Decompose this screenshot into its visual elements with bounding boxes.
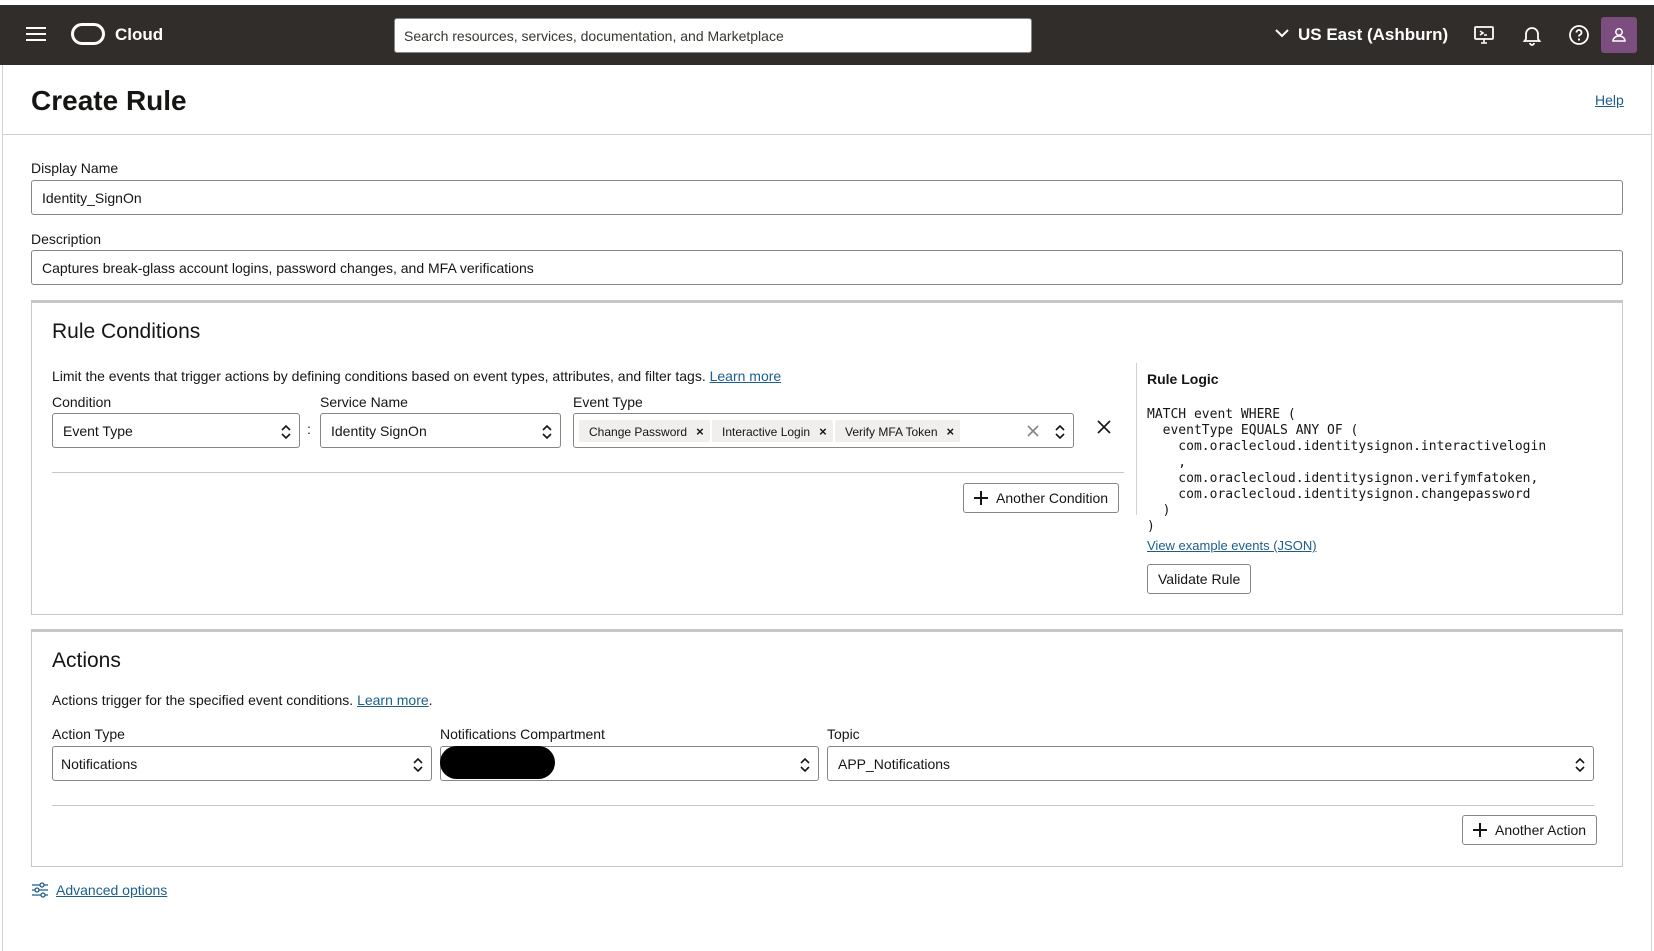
advanced-options-link[interactable]: Advanced options: [56, 882, 167, 898]
topic-select[interactable]: APP_Notifications: [827, 746, 1594, 781]
select-stepper-icon: [1575, 757, 1585, 773]
another-condition-button[interactable]: Another Condition: [963, 483, 1120, 513]
condition-label: Condition: [52, 394, 112, 410]
event-chip-change-password: Change Password ×: [579, 420, 710, 442]
actions-learn-more-link[interactable]: Learn more: [357, 692, 429, 708]
rule-logic-divider: [1136, 363, 1137, 515]
avatar[interactable]: [1601, 17, 1637, 53]
select-stepper-icon: [413, 757, 423, 773]
service-name-label: Service Name: [320, 394, 408, 410]
actions-title: Actions: [52, 649, 121, 672]
validate-rule-button[interactable]: Validate Rule: [1147, 564, 1252, 594]
notifications-compartment-label: Notifications Compartment: [440, 726, 605, 742]
select-stepper-icon: [281, 424, 291, 440]
top-navigation-bar: Cloud Search resources, services, docume…: [0, 5, 1654, 65]
remove-chip-icon[interactable]: ×: [819, 424, 827, 439]
description-field[interactable]: Captures break-glass account logins, pas…: [31, 250, 1623, 285]
cloud-shell-icon[interactable]: [1472, 23, 1496, 47]
display-name-field[interactable]: Identity_SignOn: [31, 180, 1623, 215]
action-type-label: Action Type: [52, 726, 125, 742]
plus-icon: [974, 491, 988, 505]
page-title: Create Rule: [31, 85, 187, 116]
rule-conditions-title: Rule Conditions: [52, 320, 201, 343]
event-chip-label: Interactive Login: [722, 425, 811, 439]
another-condition-label: Another Condition: [996, 490, 1109, 506]
event-chip-label: Verify MFA Token: [845, 425, 938, 439]
user-icon: [1612, 28, 1626, 42]
select-stepper-icon: [800, 757, 810, 773]
rule-conditions-intro: Limit the events that trigger actions by…: [52, 368, 781, 384]
actions-intro-end: .: [428, 692, 433, 708]
event-type-label: Event Type: [573, 394, 643, 410]
event-chip-interactive-login: Interactive Login ×: [712, 420, 833, 442]
topic-value: APP_Notifications: [838, 756, 951, 772]
actions-intro: Actions trigger for the specified event …: [52, 692, 433, 708]
event-chip-verify-mfa-token: Verify MFA Token ×: [835, 420, 961, 442]
search-input[interactable]: Search resources, services, documentatio…: [394, 18, 1032, 53]
plus-icon: [1473, 823, 1487, 837]
condition-separator: :: [307, 421, 311, 437]
actions-intro-text: Actions trigger for the specified event …: [52, 692, 354, 708]
service-name-select[interactable]: Identity SignOn: [320, 413, 561, 448]
title-divider: [3, 134, 1651, 135]
rule-conditions-learn-more-link[interactable]: Learn more: [710, 368, 782, 384]
another-action-label: Another Action: [1495, 822, 1587, 838]
region-selector[interactable]: US East (Ashburn): [1298, 25, 1448, 45]
menu-icon[interactable]: [24, 23, 48, 47]
topic-label: Topic: [827, 726, 860, 742]
chevron-down-icon[interactable]: [1274, 25, 1290, 41]
event-chip-label: Change Password: [589, 425, 688, 439]
event-type-multiselect[interactable]: Change Password × Interactive Login × Veri…: [573, 413, 1074, 448]
redacted-compartment: [440, 746, 555, 779]
rule-logic-title: Rule Logic: [1147, 371, 1219, 387]
oracle-logo[interactable]: [71, 23, 105, 45]
description-label: Description: [31, 231, 102, 247]
condition-select[interactable]: Event Type: [52, 413, 300, 448]
action-type-value: Notifications: [61, 756, 138, 772]
action-type-select[interactable]: Notifications: [52, 746, 432, 781]
help-link[interactable]: Help: [1595, 92, 1624, 108]
service-name-value: Identity SignOn: [331, 423, 427, 439]
bell-icon[interactable]: [1520, 23, 1544, 47]
select-stepper-icon[interactable]: [1054, 423, 1066, 441]
rule-conditions-intro-text: Limit the events that trigger actions by…: [52, 368, 706, 384]
remove-chip-icon[interactable]: ×: [947, 424, 955, 439]
remove-condition-icon[interactable]: [1097, 420, 1111, 434]
display-name-label: Display Name: [31, 160, 119, 176]
sliders-icon[interactable]: [31, 881, 49, 899]
clear-selection-icon[interactable]: [1027, 425, 1039, 437]
select-stepper-icon: [542, 424, 552, 440]
condition-value: Event Type: [63, 423, 133, 439]
conditions-divider: [52, 472, 1124, 473]
rule-logic-code: MATCH event WHERE ( eventType EQUALS ANY…: [1147, 407, 1547, 534]
view-example-events-link[interactable]: View example events (JSON): [1147, 538, 1317, 553]
brand-name[interactable]: Cloud: [115, 25, 163, 45]
another-action-button[interactable]: Another Action: [1462, 815, 1598, 845]
remove-chip-icon[interactable]: ×: [696, 424, 704, 439]
help-icon[interactable]: [1567, 23, 1591, 47]
actions-divider: [52, 805, 1594, 806]
